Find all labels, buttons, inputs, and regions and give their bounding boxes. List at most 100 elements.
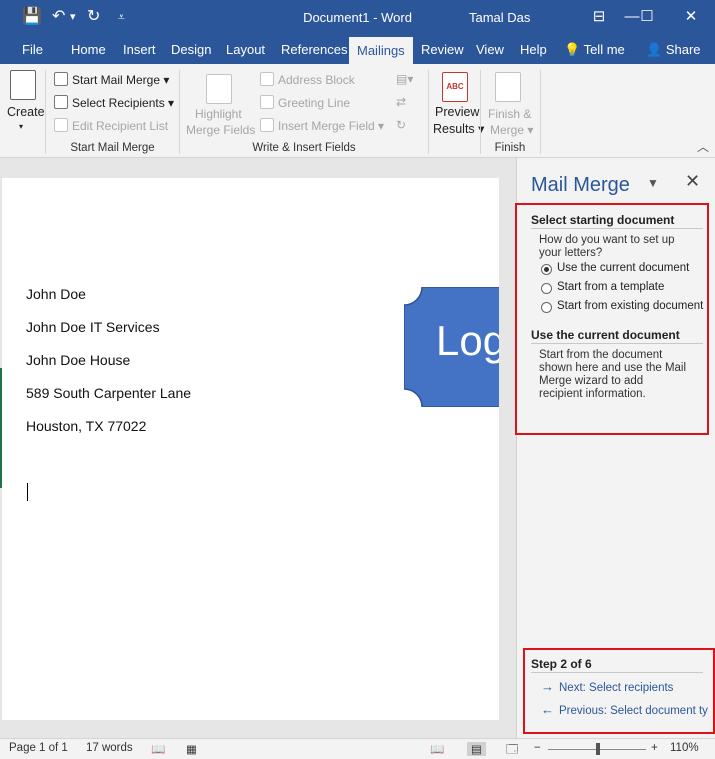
select-recipients-button[interactable]: Select Recipients ▾ — [54, 95, 174, 110]
address-line-name[interactable]: John Doe — [26, 286, 86, 302]
tab-home[interactable]: Home — [69, 36, 108, 64]
document-page[interactable]: John Doe John Doe IT Services John Doe H… — [2, 178, 499, 720]
document-icon — [54, 72, 68, 86]
share-button[interactable]: 👤 Share — [644, 36, 703, 64]
ribbon-display-icon[interactable]: ⊟ — [584, 6, 614, 28]
zoom-out-button[interactable]: − — [534, 742, 541, 754]
pane-title: Mail Merge — [531, 174, 630, 196]
tab-file[interactable]: File — [20, 36, 45, 64]
tab-layout[interactable]: Layout — [224, 36, 267, 64]
tab-design[interactable]: Design — [169, 36, 213, 64]
match-fields-icon[interactable]: ⇄ — [396, 95, 406, 109]
greeting-line-button[interactable]: Greeting Line — [260, 95, 350, 110]
previous-step-link[interactable]: ← Previous: Select document ty — [541, 702, 708, 717]
greeting-line-label: Greeting Line — [278, 96, 351, 110]
previous-step-label: Previous: Select document ty — [559, 705, 708, 717]
close-button[interactable]: ✕ — [676, 6, 706, 28]
address-block-icon — [260, 72, 274, 86]
read-mode-icon[interactable]: 📖 — [430, 742, 444, 756]
highlight-merge-fields-line1[interactable]: Highlight — [195, 107, 242, 121]
address-block-button[interactable]: Address Block — [260, 72, 355, 87]
edit-list-icon — [54, 118, 68, 132]
section-rule — [531, 343, 703, 344]
greeting-line-icon — [260, 95, 274, 109]
description-line4: recipient information. — [539, 388, 646, 400]
page-count[interactable]: Page 1 of 1 — [9, 742, 68, 754]
tab-view[interactable]: View — [474, 36, 506, 64]
pane-options-dropdown-icon[interactable]: ▼ — [647, 176, 659, 190]
people-icon — [54, 95, 68, 109]
next-step-link[interactable]: → Next: Select recipients — [541, 679, 673, 694]
group-label-start-mail-merge: Start Mail Merge — [70, 142, 155, 154]
highlight-merge-fields-line2[interactable]: Merge Fields — [186, 123, 255, 137]
mail-merge-pane: Mail Merge ▼ ✕ Select starting document … — [515, 158, 715, 738]
highlight-fields-icon — [206, 74, 232, 104]
tab-help[interactable]: Help — [518, 36, 549, 64]
create-caret-icon[interactable]: ▾ — [19, 122, 23, 131]
text-cursor — [27, 483, 28, 501]
rules-icon[interactable]: ▤▾ — [396, 72, 413, 86]
maximize-button[interactable]: ☐ — [632, 6, 662, 28]
finish-merge-line1[interactable]: Finish & — [488, 107, 531, 121]
description-line1: Start from the document — [539, 349, 663, 361]
finish-merge-icon — [495, 72, 521, 102]
address-line-house[interactable]: John Doe House — [26, 352, 130, 368]
logo-shape[interactable]: Log — [403, 286, 499, 408]
arrow-right-icon: → — [541, 679, 554, 694]
print-layout-icon[interactable]: ▤ — [467, 742, 486, 756]
insert-merge-field-caret: ▾ — [378, 119, 385, 133]
finish-merge-line2[interactable]: Merge ▾ — [490, 123, 533, 137]
select-recipients-label: Select Recipients ▾ — [72, 96, 175, 110]
zoom-slider-thumb[interactable] — [596, 743, 600, 755]
select-starting-heading: Select starting document — [531, 213, 675, 227]
start-mail-merge-button[interactable]: Start Mail Merge ▾ — [54, 72, 169, 87]
address-line-city[interactable]: Houston, TX 77022 — [26, 418, 146, 434]
address-line-company[interactable]: John Doe IT Services — [26, 319, 160, 335]
radio-existing-document[interactable] — [541, 302, 552, 313]
address-line-street[interactable]: 589 South Carpenter Lane — [26, 385, 191, 401]
radio-use-current[interactable] — [541, 264, 552, 275]
insert-field-icon — [260, 118, 274, 132]
tab-review[interactable]: Review — [419, 36, 466, 64]
tab-references[interactable]: References — [279, 36, 349, 64]
collapse-ribbon-icon[interactable]: ︿ — [697, 138, 709, 155]
zoom-in-button[interactable]: + — [651, 742, 658, 754]
edit-recipient-list-button[interactable]: Edit Recipient List — [54, 118, 168, 133]
radio-from-template[interactable] — [541, 283, 552, 294]
pane-close-icon[interactable]: ✕ — [685, 171, 700, 192]
document-area: John Doe John Doe IT Services John Doe H… — [0, 158, 516, 738]
user-name[interactable]: Tamal Das — [469, 10, 530, 25]
title-bar: 💾 ↶ ▾ ↻ ⩡ Document1 - Word Tamal Das ⊟ —… — [0, 0, 715, 36]
description-line2: shown here and use the Mail — [539, 362, 687, 374]
description-line3: Merge wizard to add — [539, 375, 644, 387]
create-button[interactable]: Create — [7, 105, 45, 119]
lightbulb-icon: 💡 — [564, 42, 581, 57]
section-rule — [531, 228, 703, 229]
share-label: Share — [665, 42, 701, 57]
web-layout-icon[interactable]: 🗔 — [506, 742, 518, 759]
setup-question-line2: your letters? — [539, 247, 603, 259]
ribbon-separator — [540, 70, 541, 154]
tell-me-search[interactable]: 💡 Tell me — [562, 36, 627, 64]
tab-insert[interactable]: Insert — [121, 36, 158, 64]
radio-label-use-current[interactable]: Use the current document — [557, 262, 689, 274]
radio-label-existing-document[interactable]: Start from existing document — [557, 300, 703, 312]
radio-label-from-template[interactable]: Start from a template — [557, 281, 664, 293]
proofing-icon[interactable]: 📖 — [151, 742, 165, 756]
group-label-finish: Finish — [494, 142, 526, 154]
zoom-level[interactable]: 110% — [670, 742, 699, 754]
insert-merge-field-label: Insert Merge Field — [278, 119, 375, 133]
insert-merge-field-button[interactable]: Insert Merge Field ▾ — [260, 118, 384, 133]
tab-mailings[interactable]: Mailings — [349, 37, 413, 64]
update-labels-icon[interactable]: ↻ — [396, 118, 406, 132]
group-label-write-insert: Write & Insert Fields — [252, 142, 356, 154]
setup-question-line1: How do you want to set up — [539, 234, 675, 246]
logo-text: Log — [436, 317, 499, 364]
word-count[interactable]: 17 words — [86, 742, 133, 754]
preview-results-line2[interactable]: Results ▾ — [433, 121, 484, 136]
step-indicator: Step 2 of 6 — [531, 657, 592, 671]
preview-results-line1[interactable]: Preview — [435, 105, 479, 119]
macro-recording-icon[interactable]: ▦ — [186, 742, 197, 756]
ribbon: Create ▾ Start Mail Merge ▾ Select Recip… — [0, 64, 715, 158]
start-mail-merge-label: Start Mail Merge ▾ — [72, 73, 170, 87]
